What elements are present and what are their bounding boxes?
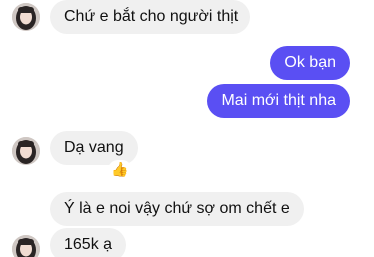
contact-avatar[interactable] (12, 137, 40, 165)
avatar-image (12, 3, 40, 31)
contact-avatar[interactable] (12, 235, 40, 257)
message-bubble-incoming[interactable]: Chứ e bắt cho người thịt (50, 0, 250, 34)
avatar-image (12, 235, 40, 257)
message-bubble-outgoing[interactable]: Ok bạn (270, 46, 350, 80)
message-bubble-incoming[interactable]: 165k ạ (50, 228, 127, 257)
reaction-emoji: 👍 (111, 162, 129, 178)
chat-thread: Chứ e bắt cho người thịt Ok bạn Mai mới … (0, 0, 374, 257)
message-text: Dạ vang (64, 139, 124, 156)
avatar-image (12, 137, 40, 165)
message-text: Chứ e bắt cho người thịt (64, 8, 239, 25)
message-bubble-incoming[interactable]: Ý là e noi vậy chứ sợ om chết e (50, 192, 304, 226)
message-text: Ý là e noi vậy chứ sợ om chết e (64, 200, 290, 217)
contact-avatar[interactable] (12, 3, 40, 31)
message-text: Mai mới thịt nha (221, 92, 336, 109)
thumbs-up-icon[interactable]: 👍 (108, 160, 132, 180)
message-bubble-outgoing[interactable]: Mai mới thịt nha (207, 84, 350, 118)
message-text: Ok bạn (284, 54, 336, 71)
message-text: 165k ạ (64, 236, 113, 253)
